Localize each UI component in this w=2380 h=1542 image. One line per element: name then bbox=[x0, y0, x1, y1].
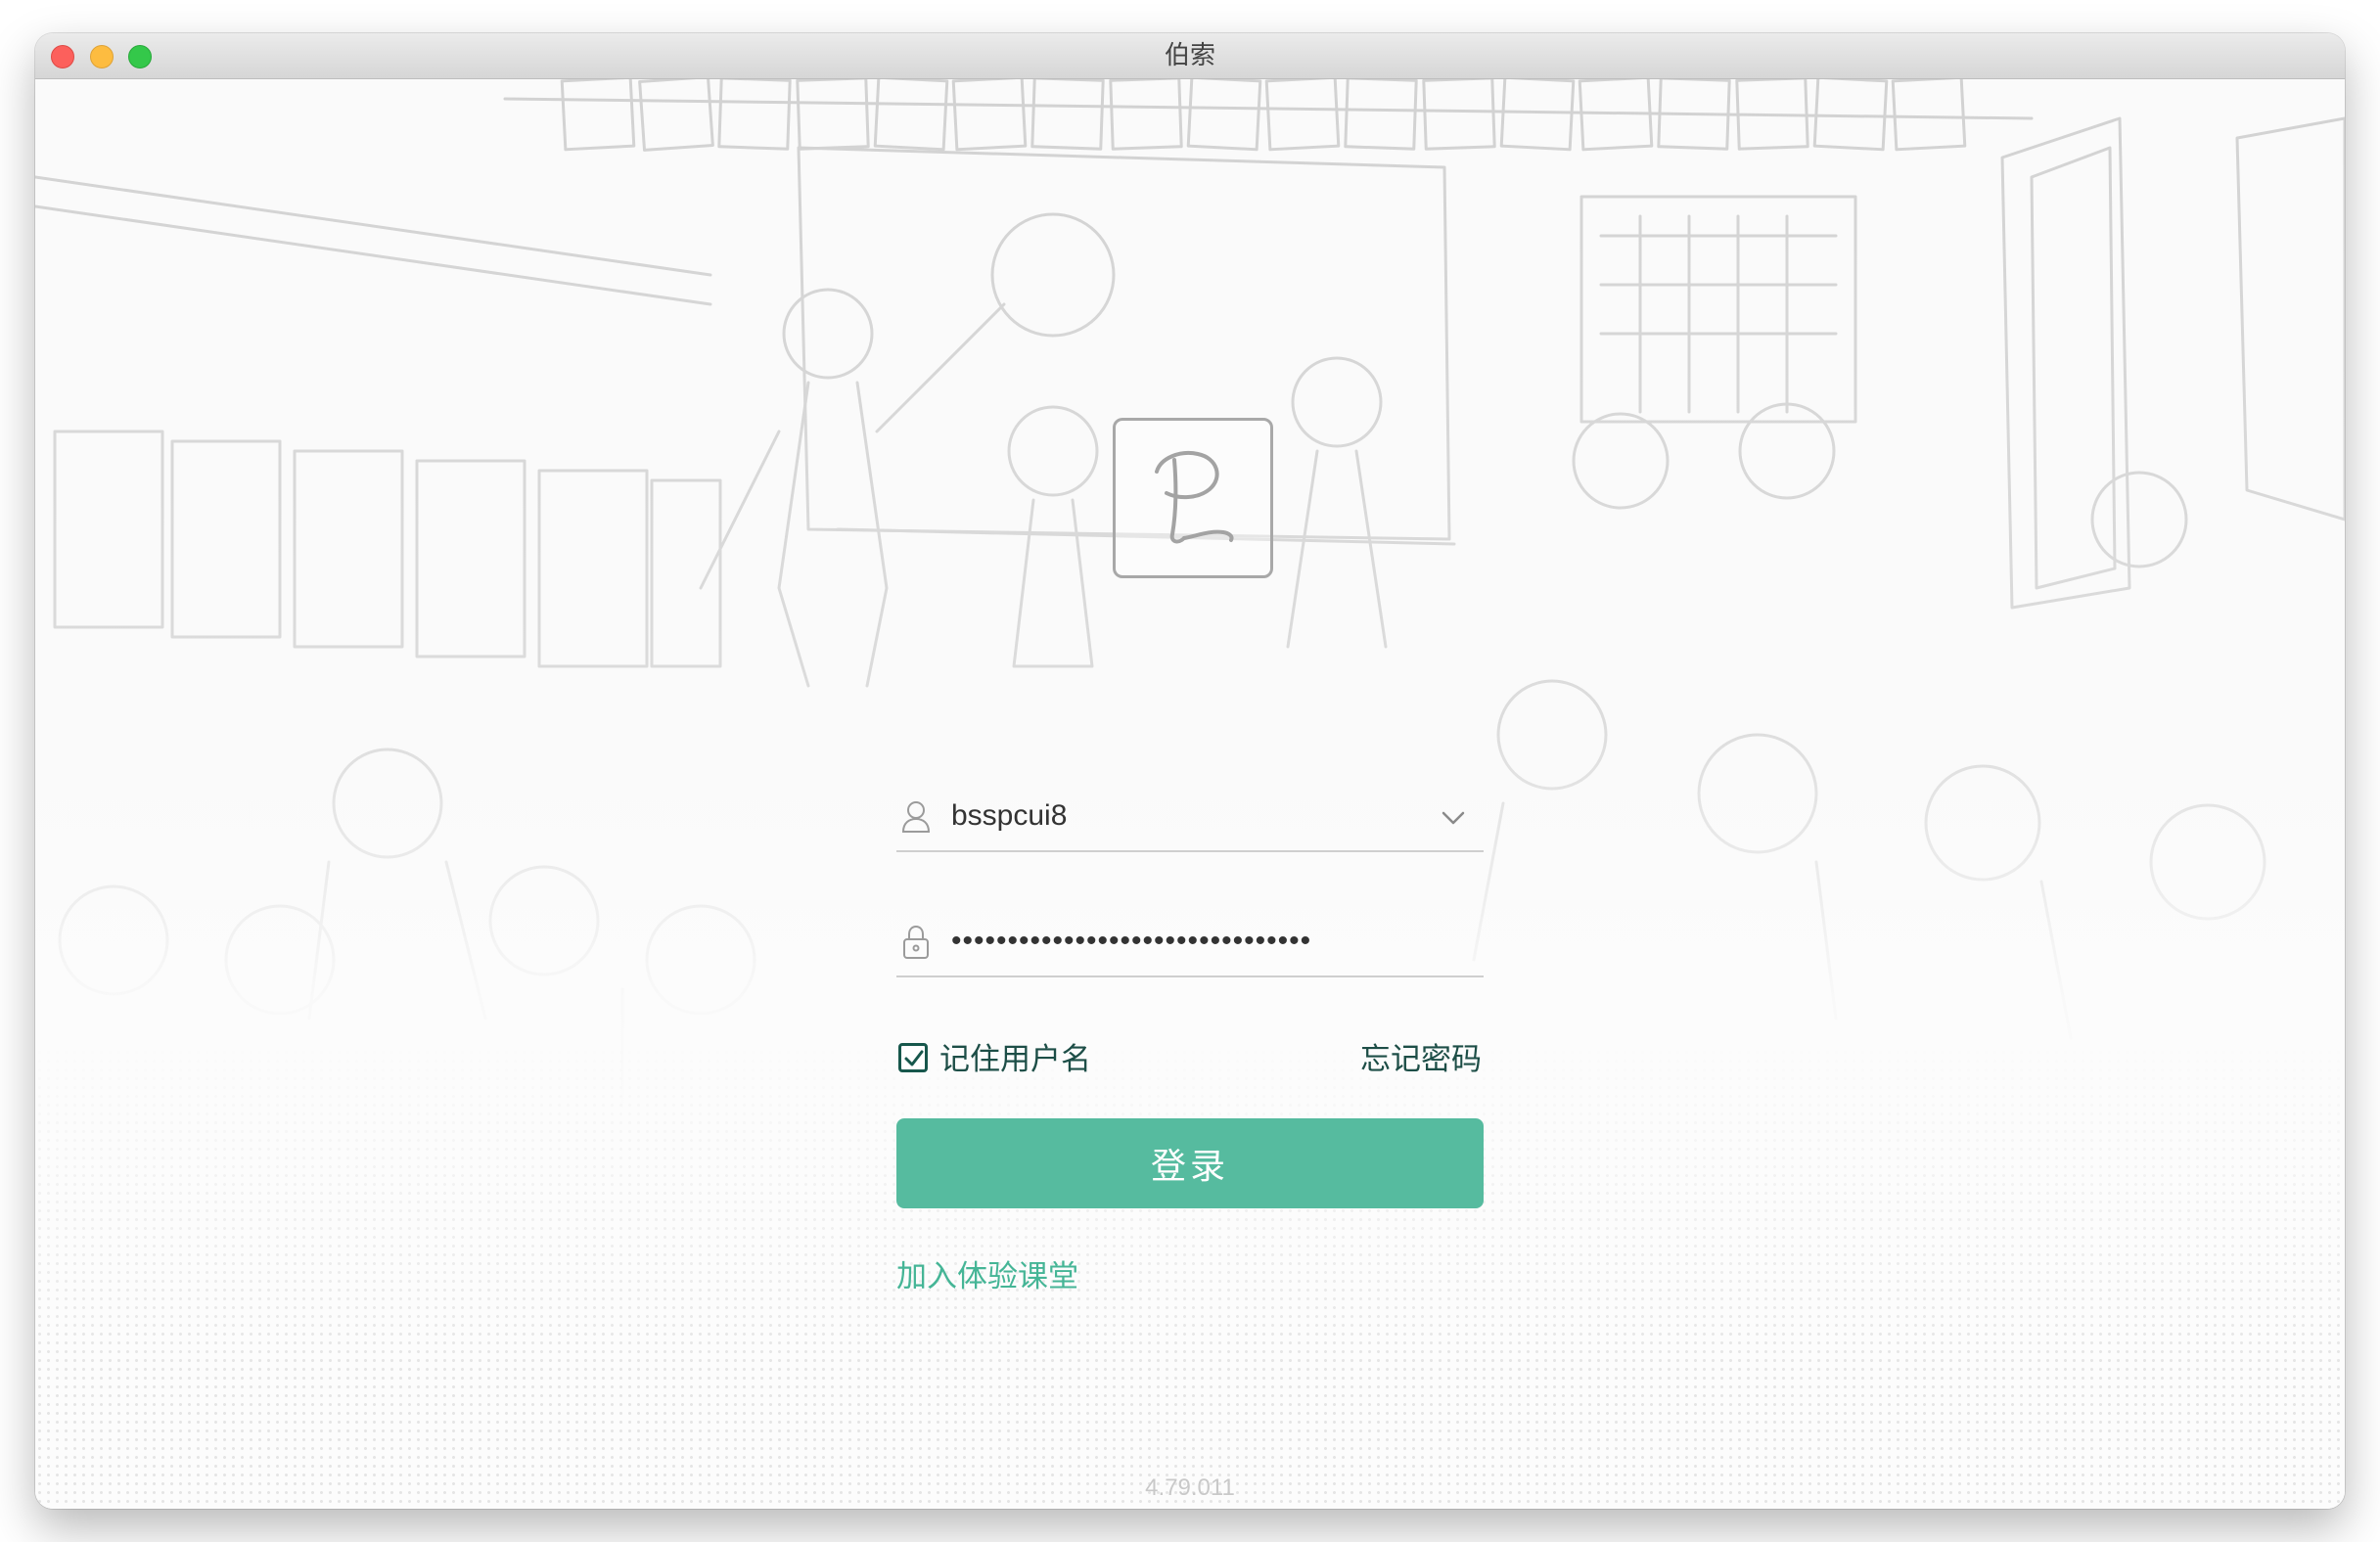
chevron-down-icon[interactable] bbox=[1439, 803, 1468, 833]
app-logo bbox=[1113, 418, 1273, 578]
title-bar[interactable]: 伯索 bbox=[35, 33, 2345, 79]
remember-username-checkbox[interactable] bbox=[898, 1043, 928, 1072]
join-trial-class-link[interactable]: 加入体验课堂 bbox=[896, 1251, 1078, 1295]
password-field bbox=[896, 907, 1484, 977]
logo-p-icon bbox=[1155, 451, 1234, 544]
login-screen: 记住用户名 忘记密码 登录 加入体验课堂 4.79.011 bbox=[35, 79, 2345, 1509]
user-icon bbox=[901, 801, 931, 833]
forgot-password-link[interactable]: 忘记密码 bbox=[1360, 1038, 1482, 1081]
password-input[interactable] bbox=[951, 917, 1421, 966]
username-field bbox=[896, 782, 1484, 852]
app-window: 伯索 bsspcui8 ••••••••••••••••••••••••••••… bbox=[35, 33, 2345, 1509]
checkmark-icon bbox=[904, 1050, 924, 1066]
version-label: 4.79.011 bbox=[1145, 1474, 1235, 1501]
username-input[interactable] bbox=[951, 792, 1421, 840]
lock-icon bbox=[903, 925, 929, 959]
window-title: 伯索 bbox=[1164, 41, 1215, 70]
login-options-row: 记住用户名 忘记密码 bbox=[896, 1038, 1484, 1081]
dot-pattern bbox=[35, 1039, 2345, 1509]
remember-username-label[interactable]: 记住用户名 bbox=[939, 1038, 1091, 1081]
login-button[interactable]: 登录 bbox=[896, 1118, 1484, 1208]
